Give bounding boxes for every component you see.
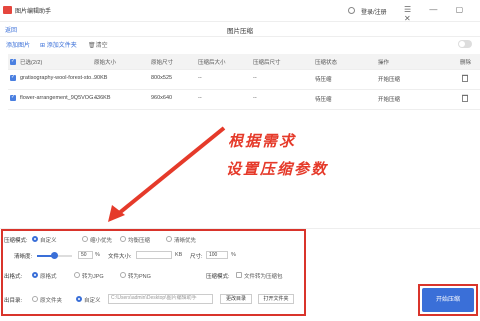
start-highlight-box [418, 284, 478, 316]
settings-highlight-box [1, 229, 306, 316]
